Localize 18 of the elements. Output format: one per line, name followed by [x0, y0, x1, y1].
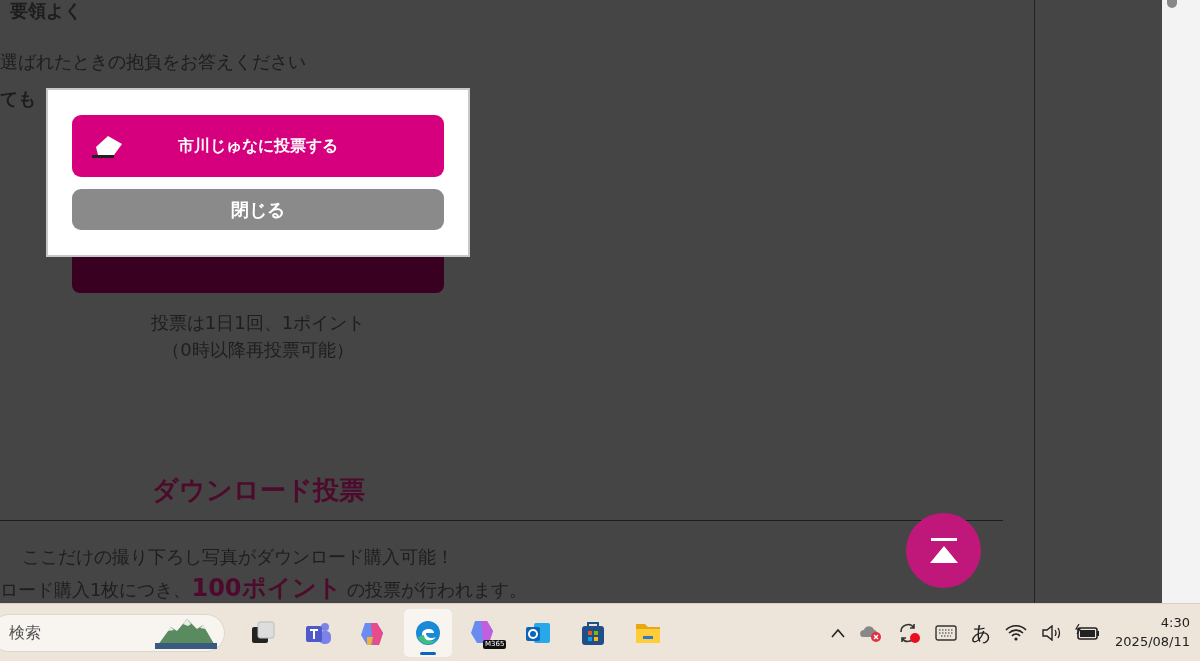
- scrollbar-thumb[interactable]: [1167, 0, 1177, 8]
- keyboard-icon[interactable]: [935, 624, 958, 641]
- speaker-icon[interactable]: [1041, 624, 1062, 641]
- vote-button[interactable]: 市川じゅなに投票する: [72, 115, 444, 177]
- clock-date: 2025/08/11: [1115, 632, 1190, 651]
- sync-icon[interactable]: [897, 621, 922, 644]
- section-heading: ダウンロード投票: [150, 474, 366, 507]
- chevron-up-icon[interactable]: [831, 627, 846, 638]
- scrollbar[interactable]: [1162, 0, 1200, 603]
- arrow-up-icon: [928, 537, 959, 564]
- browser-icon: [414, 618, 442, 647]
- active-indicator: [420, 651, 436, 655]
- input-mode-indicator[interactable]: あ: [971, 617, 992, 648]
- battery-icon[interactable]: [1075, 623, 1102, 642]
- mountain-icon: [155, 616, 217, 649]
- clock[interactable]: 4:30 2025/08/11: [1115, 613, 1190, 652]
- clock-time: 4:30: [1159, 613, 1190, 632]
- wifi-icon[interactable]: [1005, 624, 1028, 641]
